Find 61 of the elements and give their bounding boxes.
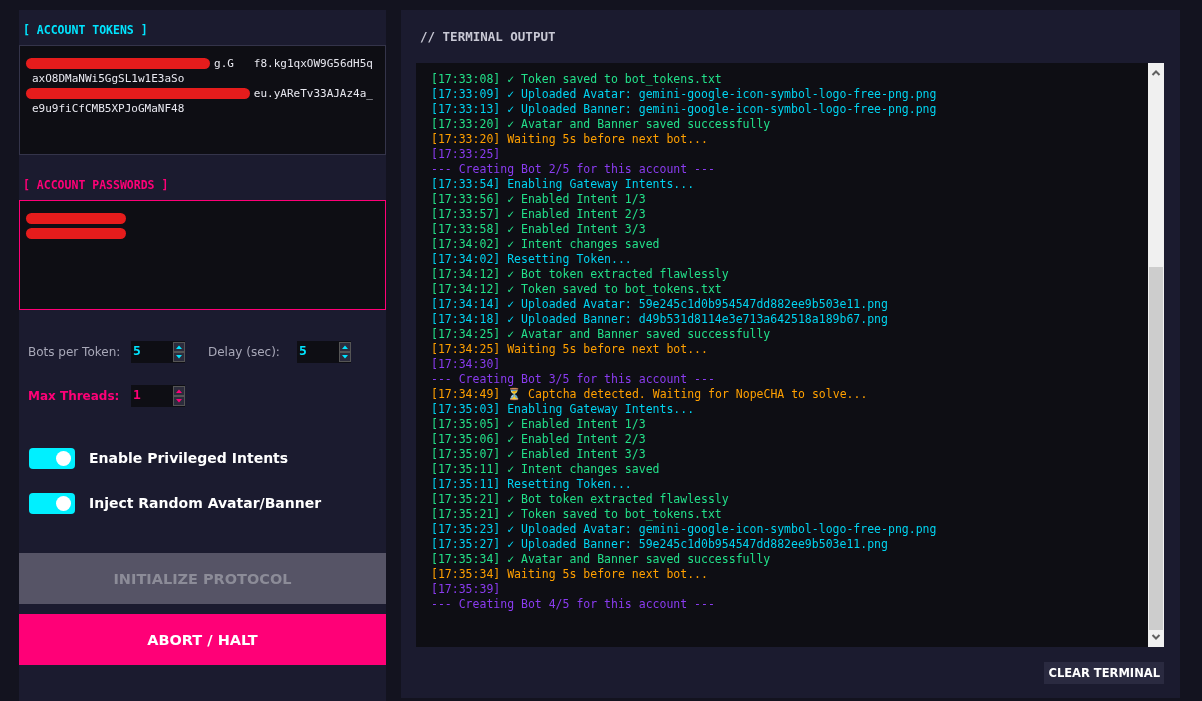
spinner-icon[interactable]: [339, 342, 351, 362]
clear-terminal-button[interactable]: CLEAR TERMINAL: [1044, 662, 1164, 684]
log-line: [17:33:13] ✓ Uploaded Banner: gemini-google-icon-symbol-logo-free-png.png: [431, 102, 938, 117]
log-line: [17:33:57] ✓ Enabled Intent 2/3: [431, 207, 647, 222]
log-line: [17:33:56] ✓ Enabled Intent 1/3: [431, 192, 647, 207]
log-line: [17:35:21] ✓ Token saved to bot_tokens.txt: [431, 507, 723, 522]
log-line: [17:35:11] ✓ Intent changes saved: [431, 462, 661, 477]
log-line: [17:33:08] ✓ Token saved to bot_tokens.txt: [431, 72, 723, 87]
log-line: [17:35:11] Resetting Token...: [431, 477, 633, 492]
log-line: [17:35:03] Enabling Gateway Intents...: [431, 402, 696, 417]
log-line: [17:33:09] ✓ Uploaded Avatar: gemini-google-icon-symbol-logo-free-png.png: [431, 87, 938, 102]
log-line: [17:35:05] ✓ Enabled Intent 1/3: [431, 417, 647, 432]
setting-label: Bots per Token:: [28, 345, 122, 359]
section-label: [ ACCOUNT TOKENS ]: [22, 22, 149, 39]
number-field[interactable]: 5: [131, 341, 185, 363]
log-line: [17:34:49] ⏳ Captcha detected. Waiting for NopeCHA to solve...: [431, 387, 869, 402]
log-line: --- Creating Bot 4/5 for this account ---: [431, 597, 716, 612]
panel-title: // TERMINAL OUTPUT: [419, 28, 557, 46]
log-line: [17:34:02] Resetting Token...: [431, 252, 633, 267]
log-line: [17:34:14] ✓ Uploaded Avatar: 59e245c1d0b954547dd882ee9b503e11.png: [431, 297, 889, 312]
log-line: [17:33:25]: [431, 147, 502, 162]
field-text: e9u9fiCfCMB5XPJoGMaNF48: [32, 101, 185, 116]
log-line: [17:33:54] Enabling Gateway Intents...: [431, 177, 696, 192]
log-line: [17:34:30]: [431, 357, 502, 372]
toggle-switch[interactable]: [29, 492, 75, 514]
log-line: [17:35:39]: [431, 582, 502, 597]
password-field[interactable]: [19, 200, 386, 310]
log-line: [17:35:23] ✓ Uploaded Avatar: gemini-google-icon-symbol-logo-free-png.png: [431, 522, 938, 537]
log-line: [17:35:06] ✓ Enabled Intent 2/3: [431, 432, 647, 447]
log-line: [17:35:07] ✓ Enabled Intent 3/3: [431, 447, 647, 462]
log-line: [17:35:21] ✓ Bot token extracted flawlessly: [431, 492, 730, 507]
log-line: [17:34:25] ✓ Avatar and Banner saved successfully: [431, 327, 772, 342]
abort-button[interactable]: ABORT / HALT: [19, 614, 386, 665]
toggle-label: Inject Random Avatar/Banner: [89, 495, 322, 511]
toggle-switch[interactable]: [29, 447, 75, 469]
log-line: [17:35:27] ✓ Uploaded Banner: 59e245c1d0b954547dd882ee9b503e11.png: [431, 537, 889, 552]
log-line: [17:35:34] ✓ Avatar and Banner saved successfully: [431, 552, 772, 567]
log-line: --- Creating Bot 2/5 for this account ---: [431, 162, 716, 177]
log-line: [17:34:25] Waiting 5s before next bot...: [431, 342, 709, 357]
field-text: g.G f8.kg1qxOW9G56dH5q: [214, 56, 373, 71]
spinner-icon[interactable]: [173, 342, 185, 362]
spinner-icon[interactable]: [173, 386, 185, 406]
token-field[interactable]: g.G f8.kg1qxOW9G56dH5q axO8DMaNWi5GgSL1w1E3aSo eu.yAReTv33AJAz4a_ e9u9fiCfCMB5XPJoGMaNF48: [19, 45, 386, 155]
log-line: [17:33:20] ✓ Avatar and Banner saved successfully: [431, 117, 772, 132]
setting-label: Max Threads:: [28, 389, 121, 403]
log-line: [17:33:58] ✓ Enabled Intent 3/3: [431, 222, 647, 237]
field-text: axO8DMaNWi5GgSL1w1E3aSo: [32, 71, 185, 86]
number-field[interactable]: 5: [297, 341, 351, 363]
log-line: [17:33:20] Waiting 5s before next bot...: [431, 132, 709, 147]
scrollbar[interactable]: [1148, 63, 1164, 647]
setting-label: Delay (sec):: [208, 345, 281, 359]
toggle-label: Enable Privileged Intents: [89, 450, 289, 466]
log-line: --- Creating Bot 3/5 for this account ---: [431, 372, 716, 387]
field-text: eu.yAReTv33AJAz4a_: [253, 86, 373, 101]
log-line: [17:34:12] ✓ Token saved to bot_tokens.txt: [431, 282, 723, 297]
log-line: [17:34:02] ✓ Intent changes saved: [431, 237, 661, 252]
log-line: [17:34:12] ✓ Bot token extracted flawlessly: [431, 267, 730, 282]
log-line: [17:34:18] ✓ Uploaded Banner: d49b531d8114e3e713a642518a189b67.png: [431, 312, 889, 327]
log-line: [17:35:34] Waiting 5s before next bot...: [431, 567, 709, 582]
section-label: [ ACCOUNT PASSWORDS ]: [22, 177, 170, 194]
number-field[interactable]: 1: [131, 385, 185, 407]
